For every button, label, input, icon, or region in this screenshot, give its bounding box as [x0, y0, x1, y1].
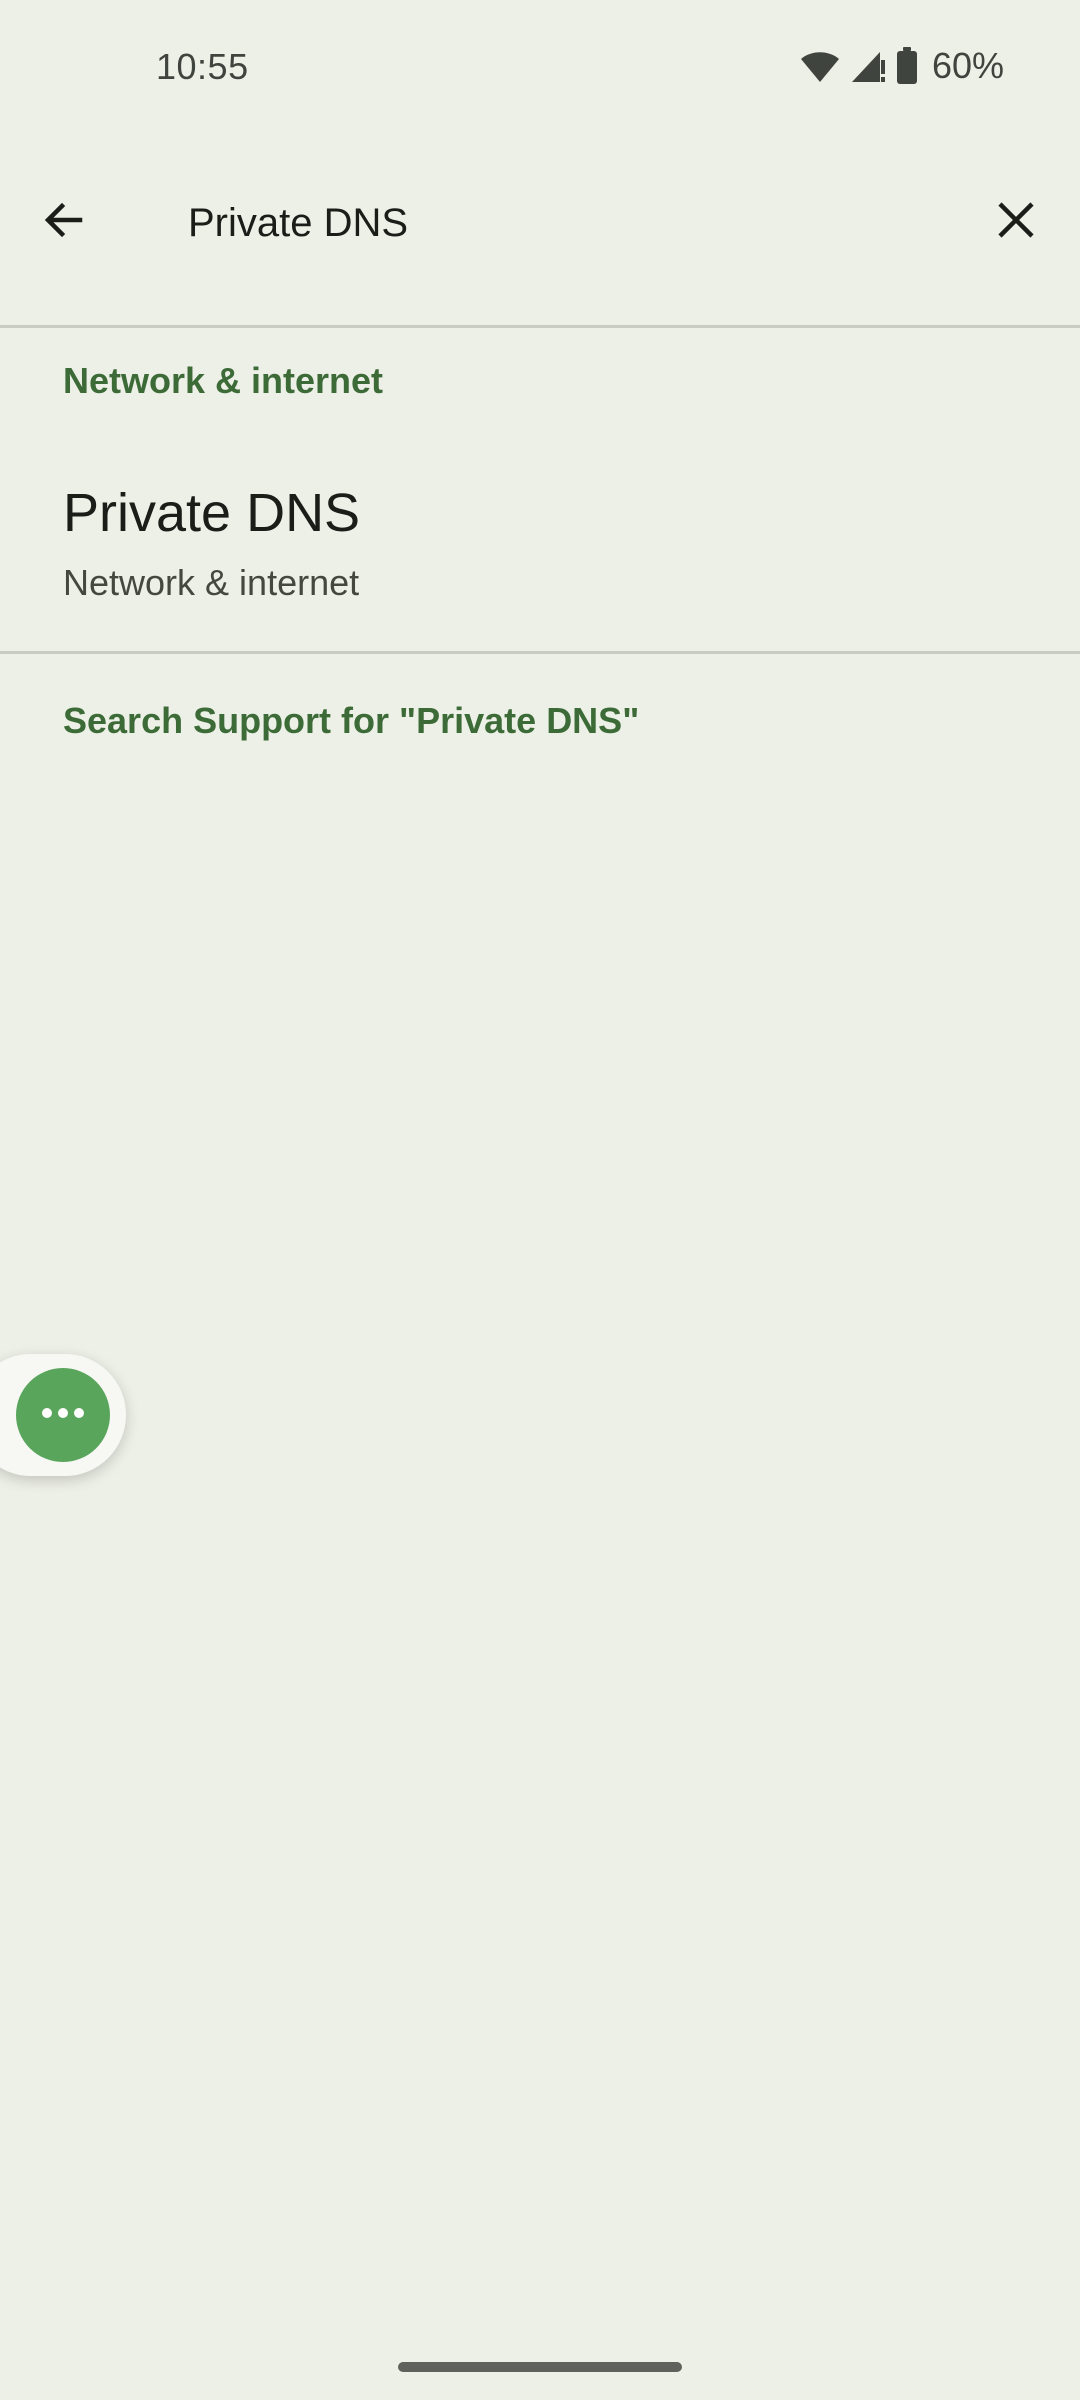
- status-icons: 60%: [800, 44, 1004, 88]
- results-divider: [0, 651, 1080, 654]
- cell-signal-icon: [850, 48, 886, 84]
- back-button[interactable]: [24, 182, 104, 262]
- search-input[interactable]: [188, 188, 948, 258]
- search-result-private-dns[interactable]: Private DNS Network & internet: [0, 460, 1080, 640]
- battery-percent: 60%: [931, 45, 1004, 86]
- battery-icon: [896, 47, 918, 85]
- search-divider: [0, 325, 1080, 328]
- result-title: Private DNS: [63, 483, 361, 543]
- gesture-nav-handle[interactable]: [398, 2362, 682, 2372]
- settings-search-screen: 10:55 60% Private DNS Network & internet…: [0, 0, 1080, 2400]
- search-support-link[interactable]: Search Support for "Private DNS": [63, 700, 639, 742]
- results-category-header: Network & internet: [63, 360, 384, 401]
- close-icon: [994, 198, 1038, 247]
- more-horiz-icon: [41, 1406, 85, 1424]
- floating-bubble-button[interactable]: [16, 1368, 110, 1462]
- status-bar: 10:55 60%: [0, 0, 1080, 136]
- wifi-icon: [800, 48, 840, 84]
- status-time: 10:55: [156, 46, 249, 87]
- arrow-back-icon: [40, 196, 88, 249]
- clear-search-button[interactable]: [976, 182, 1056, 262]
- search-toolbar: [0, 136, 1080, 326]
- result-subtitle: Network & internet: [63, 562, 360, 603]
